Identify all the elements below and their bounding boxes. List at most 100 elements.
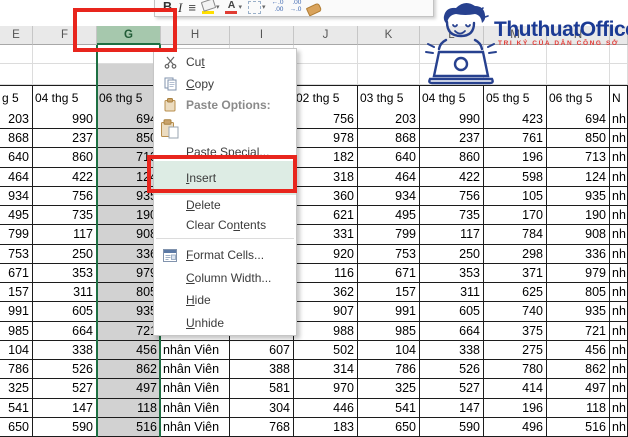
cell[interactable]: 721 <box>97 321 161 341</box>
cell[interactable]: 105 <box>484 186 547 207</box>
cell[interactable]: 761 <box>484 129 547 149</box>
column-letter-J[interactable]: J <box>294 26 358 45</box>
cell[interactable]: 118 <box>97 398 161 418</box>
cell[interactable]: 203 <box>358 110 420 130</box>
cell[interactable]: 314 <box>294 360 358 380</box>
cell[interactable]: 934 <box>358 186 420 207</box>
cell[interactable]: 117 <box>420 225 484 245</box>
menu-item-paste[interactable] <box>154 115 296 143</box>
cell[interactable]: 985 <box>0 321 33 341</box>
cell[interactable]: 338 <box>33 340 97 361</box>
cell[interactable]: 979 <box>547 263 610 284</box>
cell[interactable]: 621 <box>294 206 358 226</box>
cell[interactable]: 990 <box>33 110 97 130</box>
cell[interactable]: 920 <box>294 244 358 264</box>
cell[interactable]: 991 <box>0 302 33 322</box>
cell[interactable]: 304 <box>230 398 294 418</box>
cell[interactable]: 784 <box>484 225 547 245</box>
cell[interactable]: 456 <box>547 340 610 361</box>
cell[interactable]: 360 <box>294 186 358 207</box>
column-letter-K[interactable]: K <box>358 26 420 45</box>
cell[interactable]: 786 <box>0 360 33 380</box>
cell[interactable]: 362 <box>294 283 358 303</box>
format-painter-button[interactable] <box>306 0 323 17</box>
cell[interactable] <box>33 64 97 85</box>
cell[interactable]: 325 <box>0 379 33 399</box>
cell[interactable] <box>0 45 33 64</box>
cell[interactable]: nh <box>610 167 628 187</box>
cell[interactable]: 671 <box>358 263 420 284</box>
cell[interactable]: 298 <box>484 244 547 264</box>
cell[interactable]: 740 <box>484 302 547 322</box>
borders-button[interactable]: ≡ <box>188 0 196 14</box>
table-header-cell[interactable]: g 5 <box>0 86 33 111</box>
cell[interactable]: 196 <box>484 398 547 418</box>
decrease-decimal-button[interactable]: .00 →.0 <box>289 0 301 14</box>
cell[interactable]: nh <box>610 110 628 130</box>
cell[interactable]: 664 <box>420 321 484 341</box>
menu-item-hide[interactable]: Hide <box>154 289 296 311</box>
cell[interactable]: nh <box>610 398 628 418</box>
cell[interactable]: 868 <box>358 129 420 149</box>
cell[interactable]: 182 <box>294 148 358 168</box>
cell[interactable]: 375 <box>484 321 547 341</box>
cell[interactable]: 908 <box>547 225 610 245</box>
cell[interactable]: nhân Viên <box>161 398 230 418</box>
cell[interactable]: 735 <box>420 206 484 226</box>
table-header-cell[interactable]: 03 thg 5 <box>358 86 420 111</box>
cell[interactable]: 502 <box>294 340 358 361</box>
cell[interactable]: 935 <box>547 302 610 322</box>
cell[interactable]: 799 <box>0 225 33 245</box>
menu-item-copy[interactable]: Copy <box>154 73 296 95</box>
fill-color-button[interactable] <box>200 0 220 14</box>
cell[interactable] <box>97 64 161 85</box>
cell[interactable]: nh <box>610 340 628 361</box>
cell[interactable]: 104 <box>0 340 33 361</box>
cell[interactable]: 495 <box>0 206 33 226</box>
cell[interactable]: 860 <box>420 148 484 168</box>
cell[interactable]: 147 <box>420 398 484 418</box>
cell[interactable]: 527 <box>420 379 484 399</box>
cell[interactable]: 526 <box>420 360 484 380</box>
cell[interactable]: 353 <box>420 263 484 284</box>
border-grid-button[interactable] <box>248 0 266 14</box>
cell[interactable]: 157 <box>0 283 33 303</box>
cell[interactable]: 640 <box>0 148 33 168</box>
table-header-cell[interactable]: 06 thg 5 <box>547 86 610 111</box>
cell[interactable]: nh <box>610 321 628 341</box>
cell[interactable]: 190 <box>547 206 610 226</box>
cell[interactable]: 605 <box>420 302 484 322</box>
cell[interactable]: nh <box>610 360 628 380</box>
cell[interactable]: 935 <box>97 302 161 322</box>
cell[interactable]: nh <box>610 283 628 303</box>
cell[interactable]: 124 <box>547 167 610 187</box>
cell[interactable]: 464 <box>0 167 33 187</box>
cell[interactable]: 388 <box>230 360 294 380</box>
table-header-cell[interactable]: 02 thg 5 <box>294 86 358 111</box>
increase-decimal-button[interactable]: ←.0.00 <box>272 0 284 14</box>
menu-item-delete[interactable]: Delete <box>154 195 296 215</box>
cell[interactable]: 860 <box>33 148 97 168</box>
cell[interactable]: 799 <box>358 225 420 245</box>
cell[interactable]: 318 <box>294 167 358 187</box>
cell[interactable]: 118 <box>547 398 610 418</box>
cell[interactable]: 495 <box>358 206 420 226</box>
cell[interactable]: 756 <box>420 186 484 207</box>
cell[interactable]: 753 <box>358 244 420 264</box>
cell[interactable]: 422 <box>420 167 484 187</box>
cell[interactable]: 590 <box>33 417 97 437</box>
cell[interactable] <box>0 64 33 85</box>
cell[interactable]: 713 <box>547 148 610 168</box>
cell[interactable]: 990 <box>420 110 484 130</box>
cell[interactable]: 756 <box>33 186 97 207</box>
italic-button[interactable]: I <box>178 0 182 14</box>
cell[interactable] <box>294 45 358 64</box>
cell[interactable]: 908 <box>97 225 161 245</box>
cell[interactable]: 850 <box>97 129 161 149</box>
cell[interactable]: 970 <box>294 379 358 399</box>
cell[interactable]: 868 <box>0 129 33 149</box>
cell[interactable]: 598 <box>484 167 547 187</box>
cell[interactable]: nh <box>610 148 628 168</box>
cell[interactable]: 456 <box>97 340 161 361</box>
cell[interactable]: 805 <box>97 283 161 303</box>
